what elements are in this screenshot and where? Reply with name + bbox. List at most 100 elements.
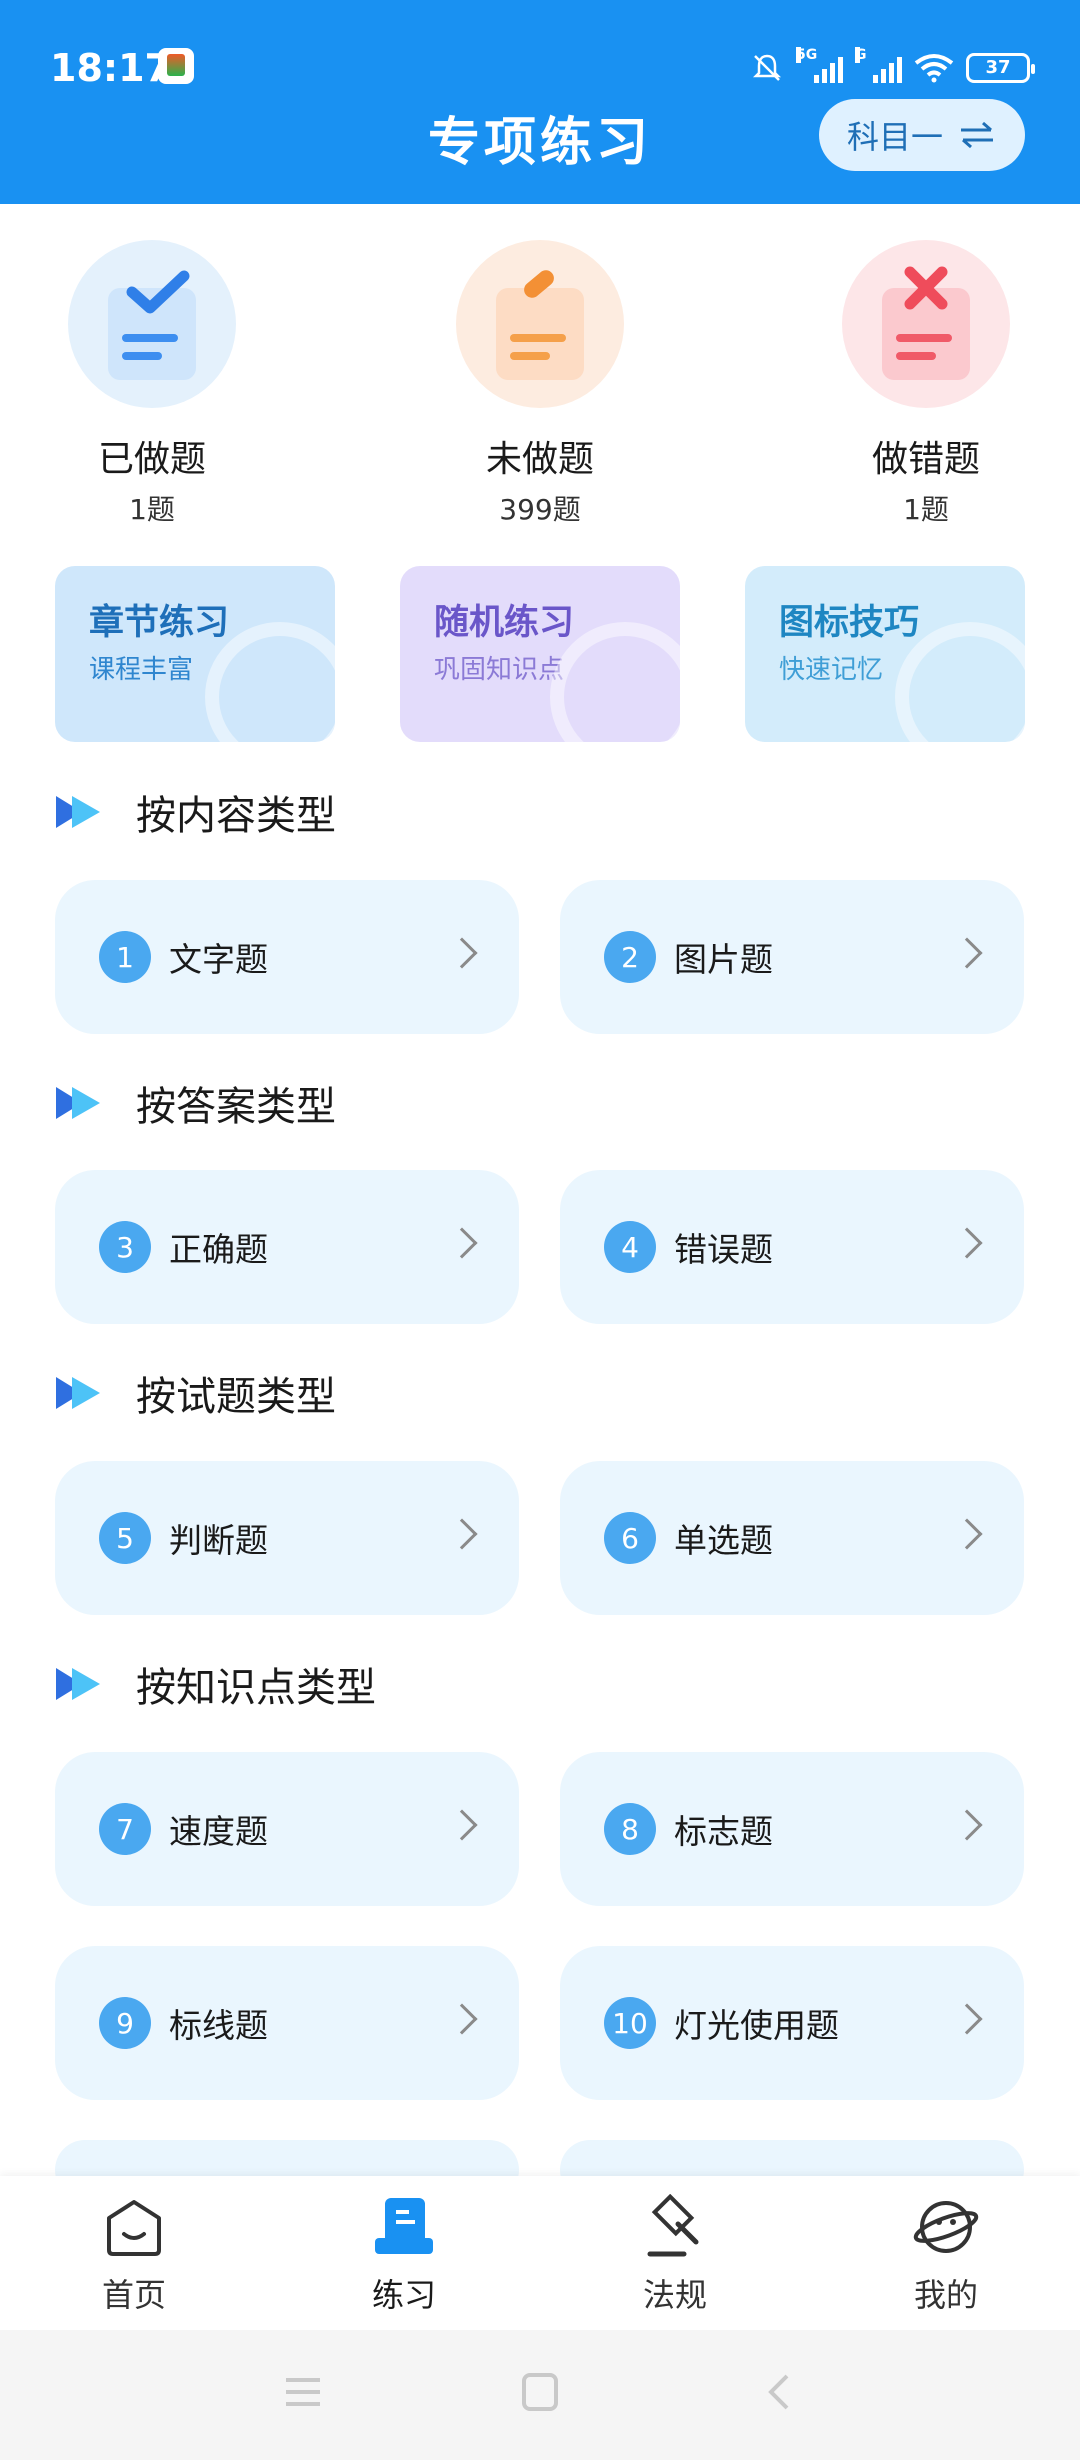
chevron-right-icon	[951, 937, 983, 969]
chevron-right-icon	[951, 1809, 983, 1841]
item-label: 判断题	[169, 1521, 268, 1560]
section-arrow-icon	[56, 1086, 108, 1120]
system-nav-bar	[0, 2330, 1080, 2460]
section-title: 按知识点类型	[136, 1665, 376, 1711]
chevron-right-icon	[446, 937, 478, 969]
speed-question-item[interactable]: 7 速度题	[55, 1752, 519, 1906]
back-icon[interactable]	[755, 2370, 805, 2414]
battery-icon: 37	[966, 53, 1035, 83]
single-choice-item[interactable]: 6 单选题	[560, 1461, 1024, 1615]
item-number: 2	[604, 931, 656, 983]
item-label: 灯光使用题	[674, 2006, 839, 2045]
marking-question-item[interactable]: 9 标线题	[55, 1946, 519, 2100]
undone-label: 未做题	[485, 439, 594, 480]
item-number: 1	[99, 931, 151, 983]
wrong-label: 做错题	[871, 439, 980, 480]
done-label: 已做题	[97, 439, 206, 480]
header-bar: 18:17 5G G 37 专项练习 科目一	[0, 0, 1080, 204]
nav-home-label: 首页	[101, 2276, 166, 2314]
chevron-right-icon	[446, 2003, 478, 2035]
nav-practice[interactable]: 练习	[334, 2194, 474, 2316]
image-question-item[interactable]: 2 图片题	[560, 880, 1024, 1034]
icon-tips-card[interactable]: 图标技巧 快速记忆	[745, 566, 1025, 742]
nav-laws[interactable]: 法规	[605, 2193, 745, 2316]
nav-profile[interactable]: 我的	[876, 2194, 1016, 2316]
random-practice-card[interactable]: 随机练习 巩固知识点	[400, 566, 680, 742]
item-number: 3	[99, 1221, 151, 1273]
status-bar: 18:17 5G G 37	[0, 0, 1080, 100]
chevron-right-icon	[446, 1518, 478, 1550]
subject-switch-button[interactable]: 科目一	[819, 99, 1025, 171]
mute-bell-icon	[752, 54, 782, 81]
cross-icon	[904, 266, 948, 310]
section-title: 按答案类型	[136, 1084, 336, 1130]
item-number: 6	[604, 1512, 656, 1564]
item-label: 图片题	[674, 940, 773, 979]
done-count: 1题	[129, 493, 175, 526]
item-number: 10	[604, 1997, 656, 2049]
nav-home[interactable]: 首页	[64, 2194, 204, 2316]
check-icon	[126, 270, 190, 314]
item-number: 7	[99, 1803, 151, 1855]
item-number: 8	[604, 1803, 656, 1855]
done-icon-circle	[68, 240, 236, 408]
nav-practice-label: 练习	[371, 2276, 436, 2314]
chapter-practice-card[interactable]: 章节练习 课程丰富	[55, 566, 335, 742]
undone-count: 399题	[499, 493, 581, 526]
item-label: 标线题	[169, 2006, 268, 2045]
correct-question-item[interactable]: 3 正确题	[55, 1170, 519, 1324]
section-arrow-icon	[56, 1667, 108, 1701]
status-icons: 5G G 37	[750, 47, 1035, 88]
sign-question-item[interactable]: 8 标志题	[560, 1752, 1024, 1906]
signal-5g-icon: 5G	[796, 47, 843, 83]
signal-g-icon: G	[855, 47, 902, 83]
item-label: 速度题	[169, 1812, 268, 1851]
undone-icon-circle	[456, 240, 624, 408]
section-arrow-icon	[56, 1376, 108, 1410]
section-answer-type: 按答案类型	[56, 1073, 336, 1133]
item-label: 文字题	[169, 940, 268, 979]
wrong-stat[interactable]: 做错题 1题	[816, 240, 1036, 528]
bottom-nav: 首页 练习 法规 我的	[0, 2176, 1080, 2330]
home-icon	[107, 2200, 161, 2256]
light-question-item[interactable]: 10 灯光使用题	[560, 1946, 1024, 2100]
item-label: 标志题	[674, 1812, 773, 1851]
chevron-right-icon	[446, 1809, 478, 1841]
item-number: 5	[99, 1512, 151, 1564]
wrong-question-item[interactable]: 4 错误题	[560, 1170, 1024, 1324]
done-stat[interactable]: 已做题 1题	[42, 240, 262, 528]
nav-profile-label: 我的	[913, 2276, 978, 2314]
gavel-icon	[647, 2193, 699, 2257]
section-content-type: 按内容类型	[56, 782, 336, 842]
section-title: 按内容类型	[136, 793, 336, 839]
menu-icon[interactable]	[278, 2370, 328, 2414]
undone-stat[interactable]: 未做题 399题	[430, 240, 650, 528]
chevron-right-icon	[951, 2003, 983, 2035]
item-number: 4	[604, 1221, 656, 1273]
clock: 18:17	[50, 46, 171, 90]
item-label: 单选题	[674, 1521, 773, 1560]
section-arrow-icon	[56, 795, 108, 829]
chevron-right-icon	[951, 1518, 983, 1550]
app-notification-icon	[158, 48, 194, 84]
section-knowledge-type: 按知识点类型	[56, 1654, 376, 1714]
practice-icon	[375, 2198, 433, 2254]
subject-label: 科目一	[846, 118, 943, 156]
profile-icon	[913, 2201, 979, 2253]
text-question-item[interactable]: 1 文字题	[55, 880, 519, 1034]
section-question-type: 按试题类型	[56, 1363, 336, 1423]
chevron-right-icon	[446, 1227, 478, 1259]
nav-laws-label: 法规	[642, 2276, 707, 2314]
wrong-icon-circle	[842, 240, 1010, 408]
wrong-count: 1题	[903, 493, 949, 526]
home-square-icon[interactable]	[515, 2370, 565, 2414]
item-label: 正确题	[169, 1230, 268, 1269]
judge-question-item[interactable]: 5 判断题	[55, 1461, 519, 1615]
stats-row: 已做题 1题 未做题 399题 做错题 1题	[0, 240, 1080, 530]
item-label: 错误题	[674, 1230, 773, 1269]
item-number: 9	[99, 1997, 151, 2049]
swap-icon	[961, 121, 993, 149]
pencil-icon	[524, 270, 554, 298]
wifi-icon	[914, 54, 954, 83]
chevron-right-icon	[951, 1227, 983, 1259]
